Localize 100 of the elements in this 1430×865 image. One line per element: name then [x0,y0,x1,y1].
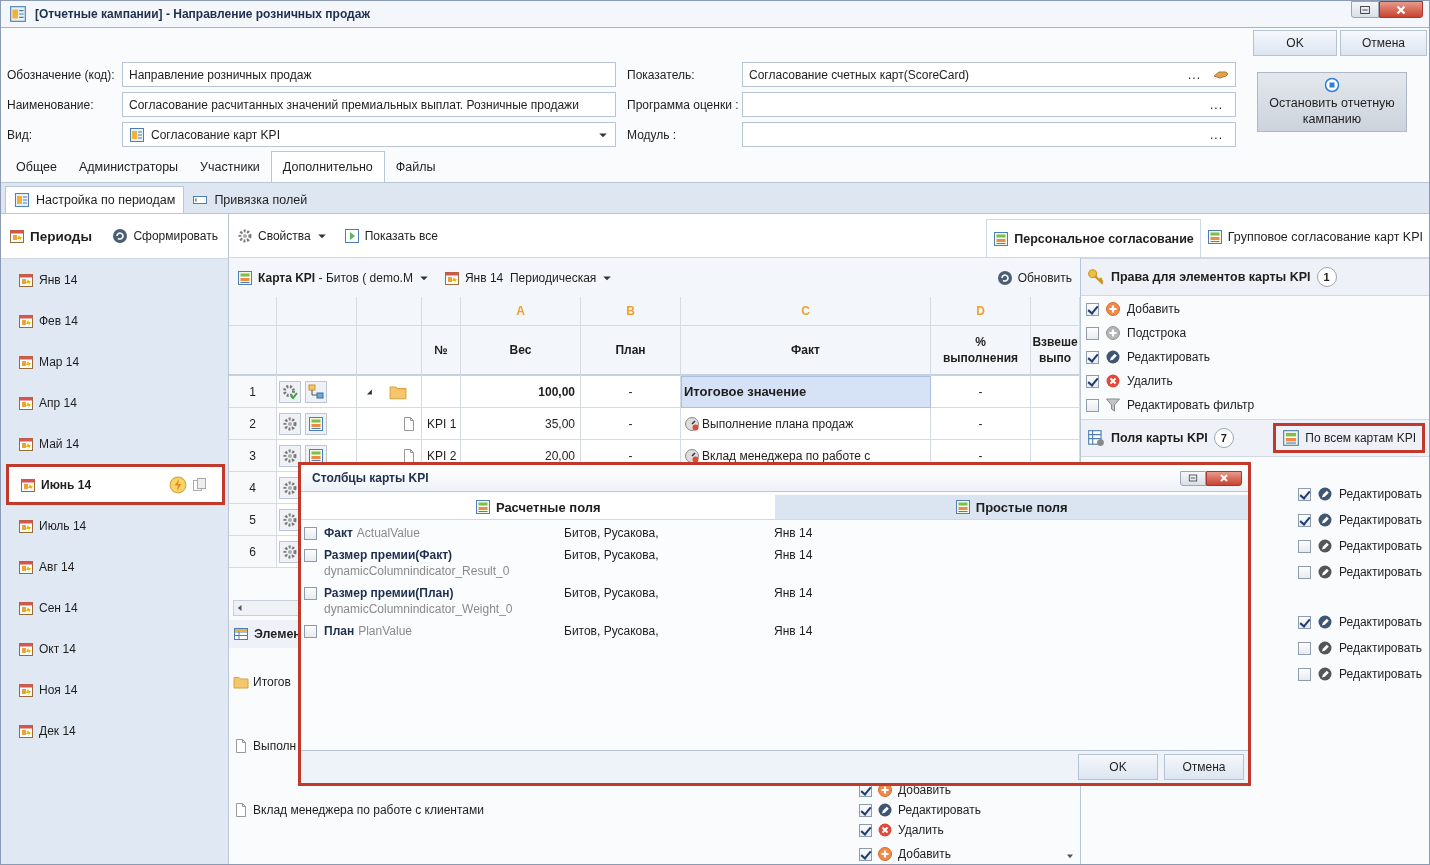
calendar-icon [443,269,460,286]
tab[interactable]: Участники [189,151,271,182]
period-item[interactable]: Авг 14 [1,546,228,587]
ellipsis-button[interactable]: ... [1182,67,1207,82]
row-settings-button[interactable] [279,540,301,563]
scrollbar[interactable] [233,600,299,616]
checkbox[interactable] [1298,641,1311,655]
hierarchy-icon [308,383,324,400]
table-icon [233,626,249,642]
permission-label: Добавить [898,783,952,797]
input-field[interactable]: Направление розничных продаж [122,62,616,87]
ellipsis-button[interactable]: ... [1204,97,1229,112]
restore-button[interactable] [1180,470,1206,486]
checkbox[interactable] [304,549,317,562]
checkbox[interactable] [1086,374,1099,388]
dialog-button[interactable]: Отмена [1340,30,1427,56]
row-settings-button[interactable] [279,380,301,403]
form-icon [129,126,145,143]
tab[interactable]: Файлы [384,151,447,182]
checkbox[interactable] [304,527,317,540]
checkbox[interactable] [1086,326,1099,340]
cross-circle-icon [1105,373,1121,389]
ellipsis-button[interactable]: ... [1204,127,1229,142]
checkbox[interactable] [1086,302,1099,316]
period-item[interactable]: Дек 14 [1,710,228,751]
field-label: Наименование: [7,97,95,112]
field-label: Вид: [7,127,34,142]
kpi-card-dropdown[interactable]: Карта KPI - Битов ( demo.M [233,265,434,290]
checkbox[interactable] [859,803,872,817]
table-cell: Янв 14 [774,623,813,639]
table-cell: Итоговое значение [681,376,931,408]
dialog-button[interactable]: Отмена [1164,754,1244,780]
tab[interactable]: Групповое согласование карт KPI [1200,219,1429,255]
input-field[interactable]: ... [742,122,1236,147]
row-settings-button[interactable] [279,444,301,467]
tab[interactable]: Администраторы [67,151,190,182]
period-item[interactable]: Янв 14 [1,259,228,300]
checkbox[interactable] [1298,539,1311,553]
checkbox[interactable] [304,587,317,600]
checkbox[interactable] [1298,667,1311,681]
tab[interactable]: Настройка по периодам [5,186,185,213]
period-dropdown[interactable]: Янв 14 Периодическая [439,265,618,290]
calendar-icon [18,558,34,575]
field-name: План [324,623,355,639]
checkbox[interactable] [1298,615,1311,629]
checkbox[interactable] [304,625,317,638]
tab[interactable]: Общее [5,151,68,182]
input-field[interactable]: Согласование счетных карт(ScoreCard) ... [742,62,1236,87]
input-field[interactable]: ... [742,92,1236,117]
generate-button[interactable]: Сформировать [108,224,222,248]
checkbox[interactable] [1298,565,1311,579]
tab[interactable]: Дополнительно [270,151,385,182]
checkbox[interactable] [1298,513,1311,527]
input-field[interactable]: Согласование расчитанных значений премиальных выплат. Розничные продажи [122,92,616,117]
folder-icon [233,674,249,690]
checkbox[interactable] [859,847,872,861]
period-item[interactable]: Ноя 14 [1,669,228,710]
all-cards-button[interactable]: По всем картам KPI [1273,423,1425,453]
card-icon [1282,429,1301,447]
card-icon [993,230,1010,247]
row-settings-button[interactable] [279,476,301,499]
period-item[interactable]: Май 14 [1,423,228,464]
refresh-button[interactable]: Обновить [992,265,1076,290]
period-item[interactable]: Окт 14 [1,628,228,669]
calendar-icon [18,640,34,657]
period-item[interactable]: Сен 14 [1,587,228,628]
checkbox[interactable] [859,823,872,837]
period-item[interactable]: Мар 14 [1,341,228,382]
tab[interactable]: Персональное согласование [986,219,1201,257]
tab[interactable]: Привязка полей [184,187,316,213]
element-label: Итогов [253,675,291,689]
period-item[interactable]: Июль 14 [1,505,228,546]
column-header: % выполнения [931,326,1031,376]
properties-dropdown[interactable]: Свойства [233,223,332,248]
row-settings-button[interactable] [279,508,301,531]
checkbox[interactable] [1298,487,1311,501]
card-button[interactable] [305,412,327,435]
checkbox[interactable] [1086,350,1099,364]
dialog-button[interactable]: OK [1253,30,1337,56]
period-item[interactable]: Июнь 14 [6,464,225,505]
dialog-button[interactable]: OK [1078,754,1158,780]
card-icon [954,499,971,515]
stop-campaign-button[interactable]: Остановить отчетную кампанию [1257,72,1407,132]
tab[interactable]: Расчетные поля [301,495,775,519]
dropdown[interactable]: Согласование карт KPI [122,122,616,147]
show-all-button[interactable]: Показать все [339,223,442,248]
restore-button[interactable] [1351,1,1379,18]
checkbox[interactable] [1086,398,1099,412]
tab[interactable]: Простые поля [774,495,1248,519]
close-button[interactable] [1379,1,1423,18]
key-icon [1087,268,1105,286]
period-item[interactable]: Апр 14 [1,382,228,423]
period-item[interactable]: Фев 14 [1,300,228,341]
close-button[interactable] [1206,470,1242,486]
form-icon [9,5,27,23]
table-cell: 100,00 [461,376,581,408]
permission-label: Редактировать [1339,565,1422,579]
row-settings-button[interactable] [279,412,301,435]
hierarchy-button[interactable] [305,380,327,403]
table-cell [1031,376,1080,408]
